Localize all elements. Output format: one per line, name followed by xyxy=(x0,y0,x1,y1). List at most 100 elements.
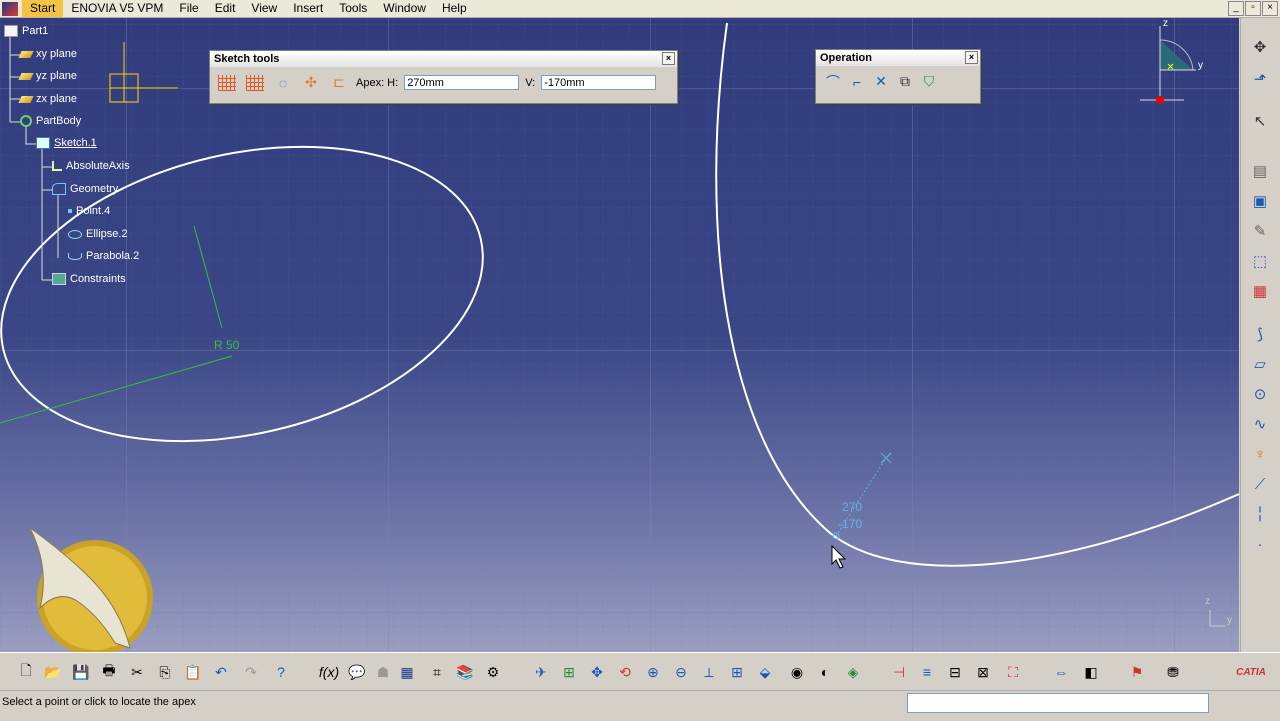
new-icon[interactable]: 🗋 xyxy=(15,661,37,683)
apex-v-field-label: V: xyxy=(525,76,536,89)
edit-icon[interactable]: ✎ xyxy=(1249,220,1271,242)
rectangle-icon[interactable]: ▱ xyxy=(1249,353,1271,375)
menu-start[interactable]: Start xyxy=(22,0,64,17)
grid-icon[interactable] xyxy=(216,72,238,94)
close-button[interactable]: × xyxy=(1262,1,1278,16)
select-arrow-icon[interactable]: ↖ xyxy=(1249,110,1271,132)
knowledge-icon[interactable]: ⚑ xyxy=(1126,661,1148,683)
tree-node-xy-plane[interactable]: xy plane xyxy=(18,48,77,60)
zoom-out-icon[interactable]: ⊖ xyxy=(670,661,692,683)
power-input-field[interactable] xyxy=(907,693,1209,713)
apply-material-icon[interactable]: ◧ xyxy=(1080,661,1102,683)
tree-node-parabola2[interactable]: Parabola.2 xyxy=(68,250,139,262)
undo-icon[interactable]: ↶ xyxy=(210,661,232,683)
axis-line-icon[interactable]: ╎ xyxy=(1249,503,1271,525)
catalog-icon[interactable]: 📚 xyxy=(454,661,476,683)
hide-show-icon[interactable]: ◐ xyxy=(814,661,836,683)
iso-view-icon[interactable]: ⬙ xyxy=(754,661,776,683)
relations-icon[interactable]: ⌗ xyxy=(426,661,448,683)
tree-node-zx-plane[interactable]: zx plane xyxy=(18,93,77,105)
profile-icon[interactable]: ▤ xyxy=(1249,160,1271,182)
sketch-viewport[interactable]: R 50 270 -170 z y z y Part1 xy plane yz … xyxy=(0,18,1239,652)
spline-icon[interactable]: ∿ xyxy=(1249,413,1271,435)
whats-this-icon[interactable]: ? xyxy=(270,661,292,683)
snap-grid-icon[interactable] xyxy=(244,72,266,94)
dimensional-cst-icon[interactable]: ⊏ xyxy=(328,72,350,94)
status-message: Select a point or click to locate the ap… xyxy=(2,696,196,708)
paste-icon[interactable]: 📋 xyxy=(182,661,204,683)
menu-tools[interactable]: Tools xyxy=(331,0,375,17)
circle-icon[interactable]: ⊙ xyxy=(1249,383,1271,405)
point-icon[interactable]: · xyxy=(1249,533,1271,555)
save-icon[interactable]: 💾 xyxy=(70,661,92,683)
formula-icon[interactable]: f(x) xyxy=(318,661,340,683)
menu-file[interactable]: File xyxy=(171,0,206,17)
apex-v-input[interactable] xyxy=(541,75,657,90)
profile-tool-icon[interactable]: ⟆ xyxy=(1249,323,1271,345)
open-icon[interactable]: 📂 xyxy=(42,661,64,683)
constraints-icon xyxy=(52,273,66,285)
tree-node-geometry[interactable]: Geometry xyxy=(52,183,118,195)
tree-node-partbody[interactable]: PartBody xyxy=(20,115,81,127)
project-3d-icon[interactable]: ⛉ xyxy=(918,71,940,93)
normal-view-icon[interactable]: ⟂ xyxy=(698,661,720,683)
menu-view[interactable]: View xyxy=(243,0,285,17)
line-icon[interactable]: ⟋ xyxy=(1249,473,1271,495)
fly-mode-icon[interactable]: ✈ xyxy=(530,661,552,683)
corner-icon[interactable]: ⌒ xyxy=(822,71,844,93)
tools-icon[interactable]: ⚙ xyxy=(482,661,504,683)
edit-multi-constraint-icon[interactable]: ⊠ xyxy=(972,661,994,683)
print-icon[interactable]: 🖶 xyxy=(98,661,120,683)
sketch-tools-close-button[interactable]: × xyxy=(662,52,675,65)
restore-button[interactable]: ▫ xyxy=(1245,1,1261,16)
constraint-icon[interactable]: ⊣ xyxy=(888,661,910,683)
exit-sketch-icon[interactable]: ⬏ xyxy=(1249,68,1271,90)
multi-view-icon[interactable]: ⊞ xyxy=(726,661,748,683)
zoom-in-icon[interactable]: ⊕ xyxy=(642,661,664,683)
trim-icon[interactable]: ✕ xyxy=(870,71,892,93)
minimize-button[interactable]: _ xyxy=(1228,1,1244,16)
catalog-browser-icon[interactable]: ⛃ xyxy=(1162,661,1184,683)
operation-close-button[interactable]: × xyxy=(965,51,978,64)
menu-insert[interactable]: Insert xyxy=(285,0,331,17)
menu-enovia[interactable]: ENOVIA V5 VPM xyxy=(63,0,171,17)
auto-constraint-icon[interactable]: ≡ xyxy=(916,661,938,683)
apex-h-input[interactable] xyxy=(404,75,520,90)
redo-icon[interactable]: ↷ xyxy=(240,661,262,683)
menu-edit[interactable]: Edit xyxy=(207,0,244,17)
menu-window[interactable]: Window xyxy=(375,0,434,17)
light-icon[interactable]: ☗ xyxy=(372,661,394,683)
cst-detection-icon[interactable]: ✣ xyxy=(300,72,322,94)
table-icon[interactable]: ▦ xyxy=(396,661,418,683)
cut-icon[interactable]: ✂ xyxy=(126,661,148,683)
tree-node-absoluteaxis[interactable]: AbsoluteAxis xyxy=(52,160,130,172)
fit-all-icon[interactable]: ⊞ xyxy=(558,661,580,683)
conic-icon[interactable]: ♆ xyxy=(1249,443,1271,465)
exit-workbench-icon[interactable]: ✥ xyxy=(1249,36,1271,58)
parabola-icon xyxy=(68,252,82,260)
swap-visible-icon[interactable]: ◈ xyxy=(842,661,864,683)
copy-icon[interactable]: ⎘ xyxy=(154,661,176,683)
pan-icon[interactable]: ✥ xyxy=(586,661,608,683)
sketch-icon[interactable]: ▣ xyxy=(1249,190,1271,212)
tree-node-yz-plane[interactable]: yz plane xyxy=(18,70,77,82)
sketch-analysis-icon[interactable]: ⛶ xyxy=(1002,661,1024,683)
sketch-canvas[interactable] xyxy=(0,18,1239,652)
menu-help[interactable]: Help xyxy=(434,0,475,17)
tree-node-ellipse2[interactable]: Ellipse.2 xyxy=(68,228,128,240)
shading-icon[interactable]: ◉ xyxy=(786,661,808,683)
construction-icon[interactable]: ◌ xyxy=(272,72,294,94)
rotate-icon[interactable]: ⟲ xyxy=(614,661,636,683)
tree-node-sketch1[interactable]: Sketch.1 xyxy=(36,137,97,149)
mirror-icon[interactable]: ⧉ xyxy=(894,71,916,93)
animate-constraint-icon[interactable]: ⊟ xyxy=(944,661,966,683)
tree-node-point4[interactable]: Point.4 xyxy=(68,205,110,217)
chamfer-icon[interactable]: ⌐ xyxy=(846,71,868,93)
tree-node-part1[interactable]: Part1 xyxy=(4,25,48,37)
measure-icon[interactable]: ⇔ xyxy=(1050,661,1072,683)
plane-icon[interactable]: ▦ xyxy=(1249,280,1271,302)
compass-y-label: y xyxy=(1198,60,1203,71)
comment-icon[interactable]: 💬 xyxy=(346,661,368,683)
axis-system-icon[interactable]: ⬚ xyxy=(1249,250,1271,272)
tree-node-constraints[interactable]: Constraints xyxy=(52,273,126,285)
